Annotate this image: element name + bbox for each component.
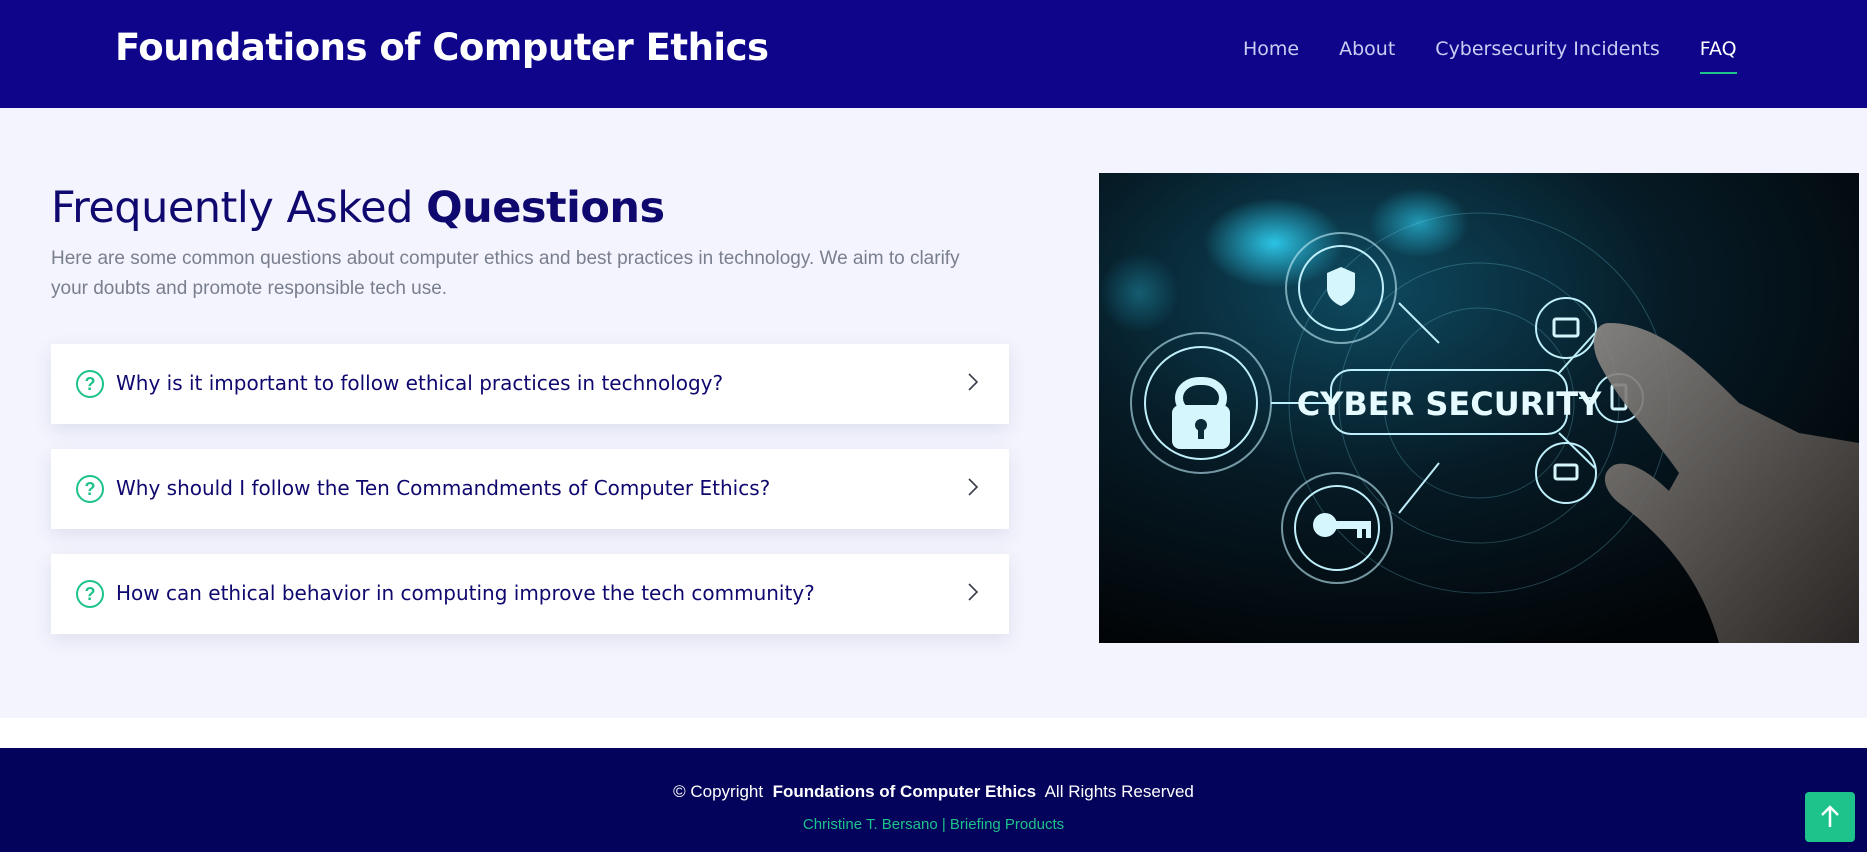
nav-home[interactable]: Home <box>1243 38 1299 60</box>
cyber-security-illustration: CYBER SECURITY <box>1099 173 1859 643</box>
faq-section: Frequently Asked Questions Here are some… <box>0 108 1867 718</box>
faq-item[interactable]: ? Why should I follow the Ten Commandmen… <box>51 449 1009 529</box>
nav-faq[interactable]: FAQ <box>1699 38 1737 74</box>
site-footer: © Copyright Foundations of Computer Ethi… <box>0 748 1867 852</box>
chevron-right-icon <box>968 583 979 601</box>
page-title: Frequently Asked Questions <box>51 183 665 233</box>
chevron-right-icon <box>968 373 979 391</box>
site-header: Foundations of Computer Ethics Home Abou… <box>0 0 1867 108</box>
copyright-name: Foundations of Computer Ethics <box>772 782 1037 801</box>
cyber-security-label: CYBER SECURITY <box>1297 385 1602 423</box>
main-nav: Home About Cybersecurity Incidents FAQ <box>1243 38 1777 74</box>
nav-about[interactable]: About <box>1339 38 1395 60</box>
faq-intro: Here are some common questions about com… <box>51 248 960 299</box>
faq-item[interactable]: ? Why is it important to follow ethical … <box>51 344 1009 424</box>
copyright-text: © Copyright Foundations of Computer Ethi… <box>0 782 1867 802</box>
question-circle-icon: ? <box>76 370 104 398</box>
back-to-top-button[interactable] <box>1805 792 1855 842</box>
title-bold: Questions <box>426 183 665 233</box>
nav-cybersecurity-incidents[interactable]: Cybersecurity Incidents <box>1435 38 1659 60</box>
faq-question: Why should I follow the Ten Commandments… <box>116 476 771 500</box>
footer-credits[interactable]: Christine T. Bersano | Briefing Products <box>0 816 1867 833</box>
copyright-suffix: All Rights Reserved <box>1044 782 1194 801</box>
title-regular: Frequently Asked <box>51 183 413 233</box>
question-circle-icon: ? <box>76 475 104 503</box>
section-divider <box>0 718 1867 748</box>
cyber-security-image: CYBER SECURITY <box>1099 173 1859 643</box>
arrow-up-icon <box>1821 805 1839 827</box>
copyright-prefix: © Copyright <box>673 782 764 801</box>
faq-question: Why is it important to follow ethical pr… <box>116 371 724 395</box>
chevron-right-icon <box>968 478 979 496</box>
faq-question: How can ethical behavior in computing im… <box>116 581 815 605</box>
faq-item[interactable]: ? How can ethical behavior in computing … <box>51 554 1009 634</box>
site-brand[interactable]: Foundations of Computer Ethics <box>115 26 769 69</box>
question-circle-icon: ? <box>76 580 104 608</box>
